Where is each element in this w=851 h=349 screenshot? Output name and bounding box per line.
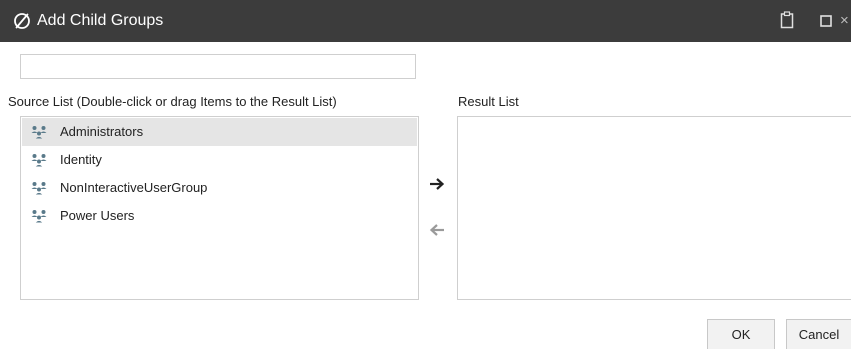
arrow-right-icon[interactable]	[427, 174, 447, 194]
filter-input[interactable]	[20, 54, 416, 79]
clipboard-icon[interactable]	[780, 11, 794, 29]
group-icon	[31, 126, 47, 139]
dialog-title: Add Child Groups	[37, 12, 164, 29]
list-item-identity[interactable]: Identity	[22, 146, 417, 174]
group-icon	[31, 154, 47, 167]
list-item-administrators[interactable]: Administrators	[22, 118, 417, 146]
source-list-label: Source List (Double-click or drag Items …	[8, 94, 337, 109]
close-icon[interactable]: ×	[840, 11, 851, 31]
list-item-label: NonInteractiveUserGroup	[60, 180, 208, 195]
list-item-power-users[interactable]: Power Users	[22, 202, 417, 230]
slashed-circle-icon	[14, 13, 30, 29]
list-item-label: Administrators	[60, 124, 144, 139]
group-icon	[31, 210, 47, 223]
arrow-left-icon[interactable]	[427, 220, 447, 240]
group-icon	[31, 182, 47, 195]
cancel-button[interactable]: Cancel	[786, 319, 851, 349]
result-list[interactable]	[457, 116, 851, 300]
list-item-label: Identity	[60, 152, 102, 167]
maximize-icon[interactable]	[820, 15, 832, 27]
ok-button[interactable]: OK	[707, 319, 775, 349]
source-list[interactable]: Administrators Identity NonInteractiveUs…	[20, 116, 419, 300]
result-list-label: Result List	[458, 94, 519, 109]
dialog-titlebar: Add Child Groups ×	[0, 0, 851, 42]
list-item-noninteractiveusergroup[interactable]: NonInteractiveUserGroup	[22, 174, 417, 202]
list-item-label: Power Users	[60, 208, 135, 223]
